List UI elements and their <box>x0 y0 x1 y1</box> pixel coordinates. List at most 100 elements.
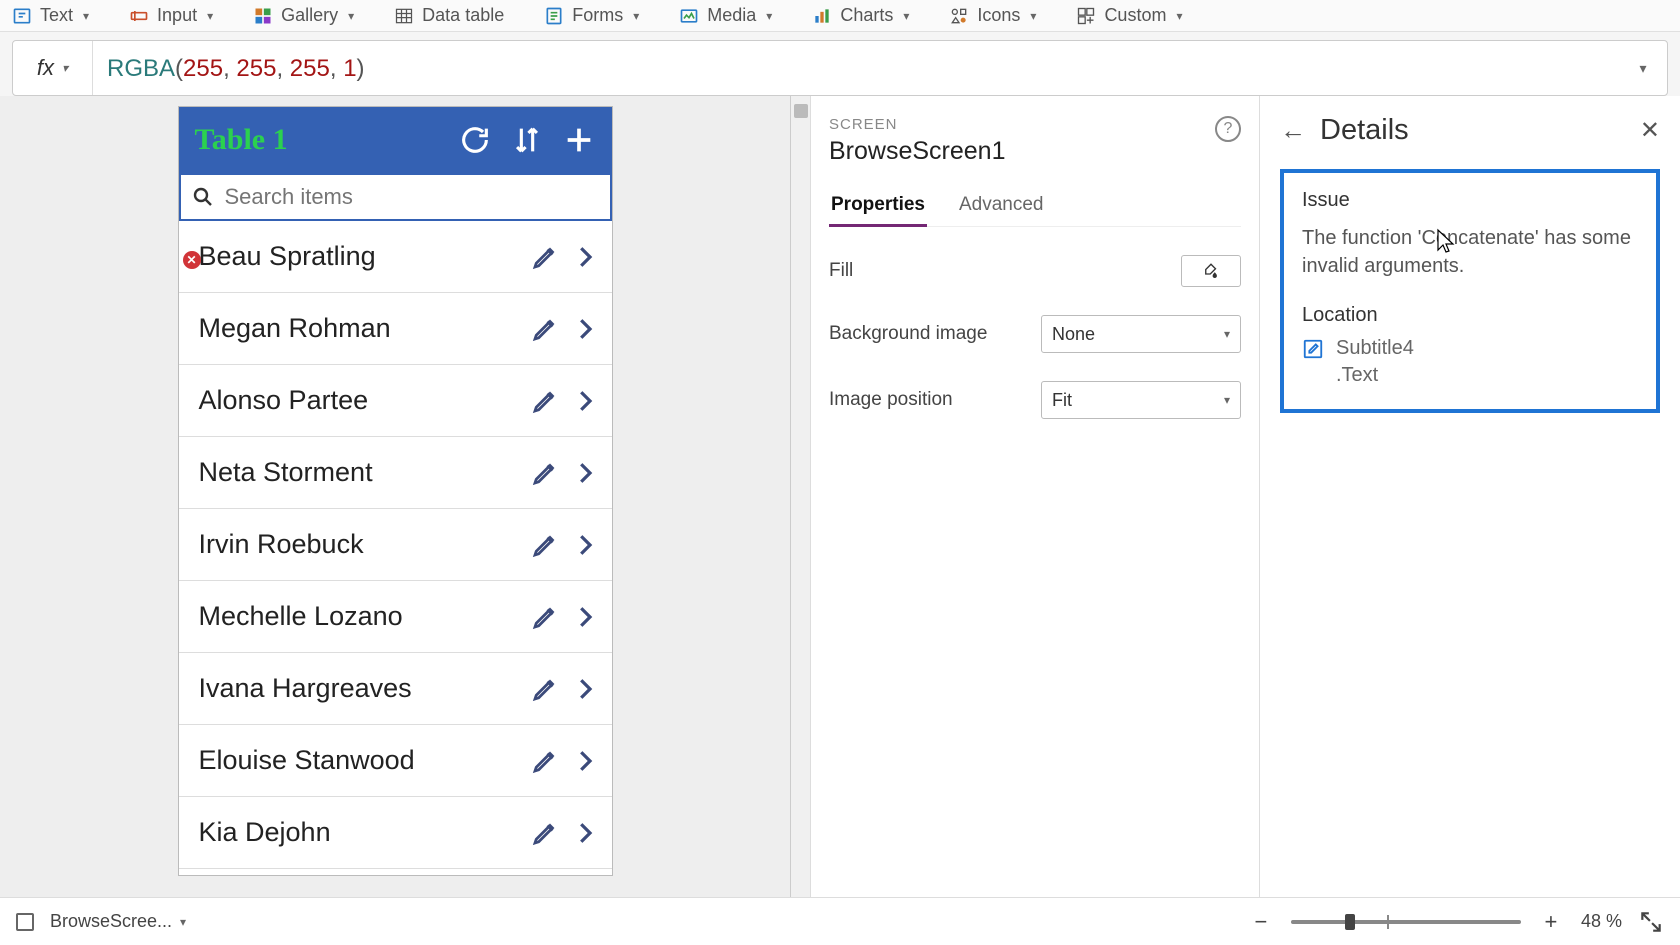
list-item[interactable]: Irvin Roebuck <box>179 509 612 581</box>
bg-image-value: None <box>1052 324 1095 345</box>
edit-icon[interactable] <box>530 386 560 416</box>
zoom-slider[interactable] <box>1291 920 1521 924</box>
fx-button[interactable]: fx ▾ <box>13 41 93 95</box>
back-button[interactable]: ← <box>1280 115 1306 146</box>
chevron-right-icon[interactable] <box>570 242 600 272</box>
ribbon-gallery[interactable]: Gallery ▾ <box>253 5 354 26</box>
chevron-right-icon[interactable] <box>570 530 600 560</box>
list-item[interactable]: Kia Dejohn <box>179 797 612 869</box>
edit-icon[interactable] <box>530 818 560 848</box>
list-item[interactable]: ✕Beau Spratling <box>179 221 612 293</box>
edit-icon[interactable] <box>530 242 560 272</box>
canvas-scrollbar[interactable] <box>790 96 810 897</box>
expand-icon[interactable] <box>1638 909 1664 935</box>
input-icon <box>129 6 149 26</box>
phone-preview[interactable]: Table 1 ✕Beau SpratlingMegan RohmanAlons… <box>178 106 613 876</box>
zoom-in-button[interactable]: + <box>1537 908 1565 936</box>
chevron-right-icon[interactable] <box>570 818 600 848</box>
ribbon-media-label: Media <box>707 5 756 26</box>
search-input[interactable] <box>225 184 600 210</box>
chevron-down-icon: ▾ <box>633 9 639 23</box>
charts-icon <box>812 6 832 26</box>
chevron-right-icon[interactable] <box>570 386 600 416</box>
ribbon-gallery-label: Gallery <box>281 5 338 26</box>
properties-panel: SCREEN BrowseScreen1 ? Properties Advanc… <box>810 96 1260 897</box>
chevron-down-icon: ▾ <box>207 9 213 23</box>
list-item-name: Alonso Partee <box>199 385 520 416</box>
issue-location[interactable]: Subtitle4 .Text <box>1336 335 1414 389</box>
fill-color-picker[interactable] <box>1181 255 1241 287</box>
image-position-select[interactable]: Fit ▾ <box>1041 381 1241 419</box>
zoom-value: 48 % <box>1581 911 1622 932</box>
chevron-right-icon[interactable] <box>570 602 600 632</box>
details-panel: ← Details ✕ Issue The function 'Concaten… <box>1260 96 1680 897</box>
ribbon-datatable-label: Data table <box>422 5 504 26</box>
refresh-icon[interactable] <box>458 123 492 157</box>
status-bar: BrowseScree... ▾ − + 48 % <box>0 897 1680 945</box>
tab-properties[interactable]: Properties <box>829 188 927 226</box>
sort-icon[interactable] <box>510 123 544 157</box>
ribbon-icons[interactable]: Icons ▾ <box>949 5 1036 26</box>
list-item-name: Megan Rohman <box>199 313 520 344</box>
location-prop: .Text <box>1336 362 1414 389</box>
chevron-right-icon[interactable] <box>570 674 600 704</box>
edit-icon[interactable] <box>530 314 560 344</box>
edit-icon[interactable] <box>530 746 560 776</box>
error-icon: ✕ <box>183 251 201 269</box>
formula-bar: fx ▾ RGBA(255, 255, 255, 1) ▾ <box>12 40 1668 96</box>
screen-type-label: SCREEN <box>829 116 1215 133</box>
list-item[interactable]: Tamica Trickett <box>179 869 612 875</box>
chevron-down-icon: ▾ <box>903 9 909 23</box>
chevron-right-icon[interactable] <box>570 458 600 488</box>
list-item[interactable]: Megan Rohman <box>179 293 612 365</box>
list-item-name: Mechelle Lozano <box>199 601 520 632</box>
breadcrumb[interactable]: BrowseScree... ▾ <box>50 911 186 932</box>
prop-bg-label: Background image <box>829 323 1041 345</box>
issue-description: The function 'Concatenate' has some inva… <box>1302 224 1638 280</box>
list-item[interactable]: Alonso Partee <box>179 365 612 437</box>
list-item-name: Elouise Stanwood <box>199 745 520 776</box>
ribbon-charts[interactable]: Charts ▾ <box>812 5 909 26</box>
screen-name: BrowseScreen1 <box>829 137 1215 166</box>
chevron-down-icon: ▾ <box>348 9 354 23</box>
chevron-right-icon[interactable] <box>570 314 600 344</box>
issue-card[interactable]: Issue The function 'Concatenate' has som… <box>1280 169 1660 413</box>
list-item-name: Beau Spratling <box>199 241 520 272</box>
formula-input[interactable]: RGBA(255, 255, 255, 1) <box>93 54 1619 83</box>
zoom-out-button[interactable]: − <box>1247 908 1275 936</box>
tab-advanced[interactable]: Advanced <box>957 188 1046 226</box>
edit-icon[interactable] <box>530 602 560 632</box>
list-item-name: Neta Storment <box>199 457 520 488</box>
add-icon[interactable] <box>562 123 596 157</box>
formula-expand[interactable]: ▾ <box>1619 60 1667 77</box>
close-button[interactable]: ✕ <box>1640 116 1660 145</box>
edit-icon[interactable] <box>530 458 560 488</box>
list-item[interactable]: Ivana Hargreaves <box>179 653 612 725</box>
list-item-name: Irvin Roebuck <box>199 529 520 560</box>
prop-fill-label: Fill <box>829 260 1181 282</box>
select-checkbox[interactable] <box>16 913 34 931</box>
location-control: Subtitle4 <box>1336 335 1414 362</box>
help-icon[interactable]: ? <box>1215 116 1241 142</box>
ribbon-forms[interactable]: Forms ▾ <box>544 5 639 26</box>
chevron-down-icon: ▾ <box>62 61 68 75</box>
list-item[interactable]: Neta Storment <box>179 437 612 509</box>
ribbon-custom[interactable]: Custom ▾ <box>1076 5 1182 26</box>
chevron-down-icon: ▾ <box>766 9 772 23</box>
ribbon-text[interactable]: Text ▾ <box>12 5 89 26</box>
list-item[interactable]: Mechelle Lozano <box>179 581 612 653</box>
edit-icon[interactable] <box>530 674 560 704</box>
ribbon-forms-label: Forms <box>572 5 623 26</box>
ribbon-input[interactable]: Input ▾ <box>129 5 213 26</box>
ribbon-datatable[interactable]: Data table <box>394 5 504 26</box>
list-item[interactable]: Elouise Stanwood <box>179 725 612 797</box>
edit-icon[interactable] <box>530 530 560 560</box>
formula-fn: RGBA <box>107 55 175 82</box>
chevron-right-icon[interactable] <box>570 746 600 776</box>
search-box[interactable] <box>179 173 612 221</box>
chevron-down-icon: ▾ <box>1224 393 1230 407</box>
ribbon-media[interactable]: Media ▾ <box>679 5 772 26</box>
ribbon-input-label: Input <box>157 5 197 26</box>
fx-label: fx <box>37 55 54 81</box>
bg-image-select[interactable]: None ▾ <box>1041 315 1241 353</box>
